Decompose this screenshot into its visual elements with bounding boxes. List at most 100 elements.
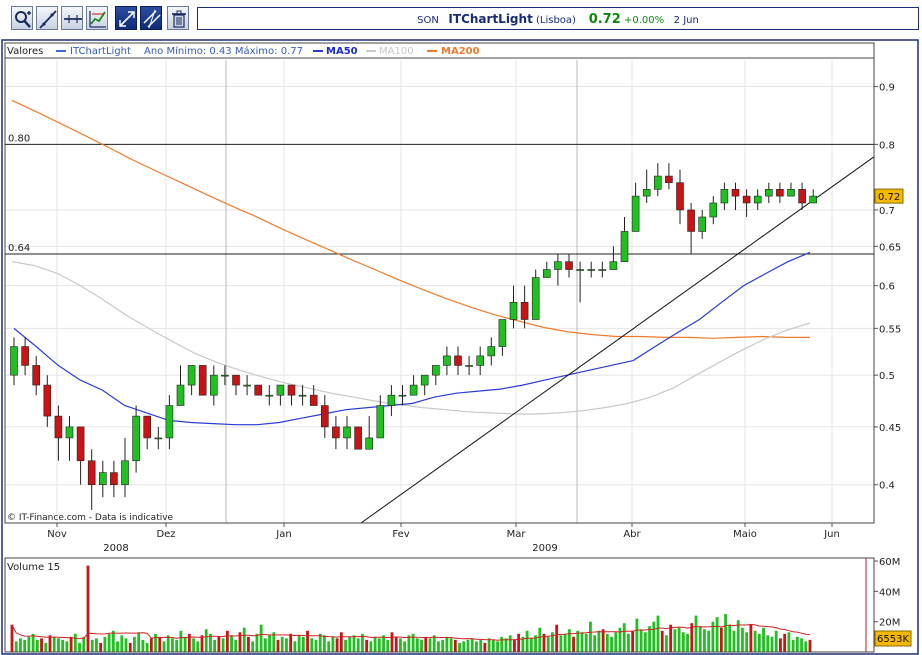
volume-bar	[445, 636, 449, 652]
volume-bar	[698, 626, 702, 652]
candle-up	[631, 195, 640, 232]
candle-down	[43, 384, 52, 417]
candle-up	[443, 355, 451, 366]
current-price-label: 0.72	[878, 192, 900, 203]
candle-up	[343, 426, 351, 439]
candle-down	[565, 261, 573, 270]
volume-bar	[703, 629, 706, 652]
volume-bar	[124, 638, 128, 652]
volume-bar	[627, 633, 630, 652]
volume-bar	[348, 636, 352, 652]
volume-bar	[428, 638, 432, 652]
candle-up	[498, 319, 507, 347]
volume-bar	[285, 638, 288, 652]
volume-bar	[673, 629, 677, 652]
x-tick-label: Jun	[823, 529, 840, 540]
volume-bar	[614, 632, 618, 652]
volume-bar	[783, 633, 787, 652]
legend-ma100: MA100	[379, 46, 414, 57]
volume-bar	[420, 639, 423, 652]
y-tick-label: 0.6	[879, 282, 895, 293]
volume-bar	[563, 633, 567, 652]
volume-bar	[504, 638, 508, 652]
volume-bar	[652, 621, 656, 652]
candle-down	[143, 415, 151, 439]
legend-series: ITChartLight	[70, 46, 131, 57]
volume-bar	[694, 615, 698, 652]
volume-bar	[158, 636, 162, 652]
volume-bar	[635, 618, 639, 652]
volume-bar	[263, 638, 267, 652]
candle-up	[420, 374, 429, 386]
candle-up	[509, 301, 518, 320]
volume-bar	[95, 638, 98, 652]
volume-bar	[52, 636, 56, 652]
volume-bar	[660, 630, 664, 652]
volume-bar	[310, 638, 314, 652]
volume-bar	[335, 638, 339, 652]
candle-up	[787, 189, 795, 197]
volume-bar	[323, 635, 326, 652]
volume-bar	[470, 638, 474, 652]
volume-bar	[517, 633, 521, 652]
volume-bar	[213, 639, 217, 652]
volume-bar	[69, 636, 73, 652]
volume-bar	[762, 627, 765, 652]
volume-bar	[162, 641, 166, 652]
volume-bar	[576, 630, 580, 652]
volume-bar	[44, 642, 48, 652]
volume-bar	[745, 632, 749, 652]
y-tick-label: 0.45	[879, 423, 901, 434]
volume-bar	[669, 624, 673, 652]
volume-bar	[804, 641, 808, 652]
volume-bar	[365, 639, 369, 652]
volume-bar	[289, 633, 293, 652]
volume-bar	[40, 638, 43, 652]
volume-bar	[10, 624, 14, 652]
x-tick-label: Jan	[275, 529, 291, 540]
volume-bar	[230, 635, 233, 652]
horizontal-line-label: 0.80	[8, 133, 30, 144]
year-label: 2009	[532, 543, 557, 554]
candle-up	[221, 374, 229, 377]
volume-bar	[593, 635, 597, 652]
volume-bar	[728, 624, 732, 652]
volume-bar	[314, 639, 318, 652]
x-tick-label: Abr	[623, 529, 641, 540]
volume-bar	[753, 630, 757, 652]
candle-up	[187, 365, 196, 386]
candle-up	[298, 394, 307, 397]
volume-bar	[483, 642, 487, 652]
volume-bar	[280, 636, 284, 652]
volume-bar	[297, 635, 301, 652]
volume-bar	[546, 636, 550, 652]
volume-bar	[525, 630, 529, 652]
volume-bar	[120, 635, 124, 652]
candle-up	[154, 437, 163, 440]
candle-up	[709, 202, 718, 218]
volume-bar	[643, 632, 647, 652]
candle-up	[176, 384, 185, 406]
volume-bar	[757, 633, 761, 652]
candle-down	[332, 426, 340, 439]
volume-bar	[622, 623, 626, 652]
volume-bar	[187, 633, 191, 652]
volume-bar	[183, 636, 187, 652]
volume-bar	[724, 614, 727, 652]
volume-bar	[141, 639, 145, 652]
candle-down	[676, 182, 684, 211]
candle-up	[764, 189, 773, 197]
volume-bar	[779, 638, 782, 652]
volume-tick-label: 20M	[879, 618, 900, 629]
candle-up	[431, 365, 440, 376]
chart-canvas[interactable]: 0.80 0.64 0.9 0.8 0.7 0.65 0.6 0.55 0.5 0.45 0.4 N…	[0, 0, 922, 655]
candle-up	[99, 472, 107, 486]
candle-up	[476, 355, 485, 366]
y-tick-label: 0.55	[879, 324, 901, 335]
volume-bar	[192, 638, 195, 652]
volume-bar	[14, 641, 18, 652]
x-tick-label: Maio	[733, 529, 757, 540]
candle-up	[809, 195, 818, 204]
candle-up	[576, 269, 584, 271]
volume-tick-label: 40M	[879, 587, 900, 598]
